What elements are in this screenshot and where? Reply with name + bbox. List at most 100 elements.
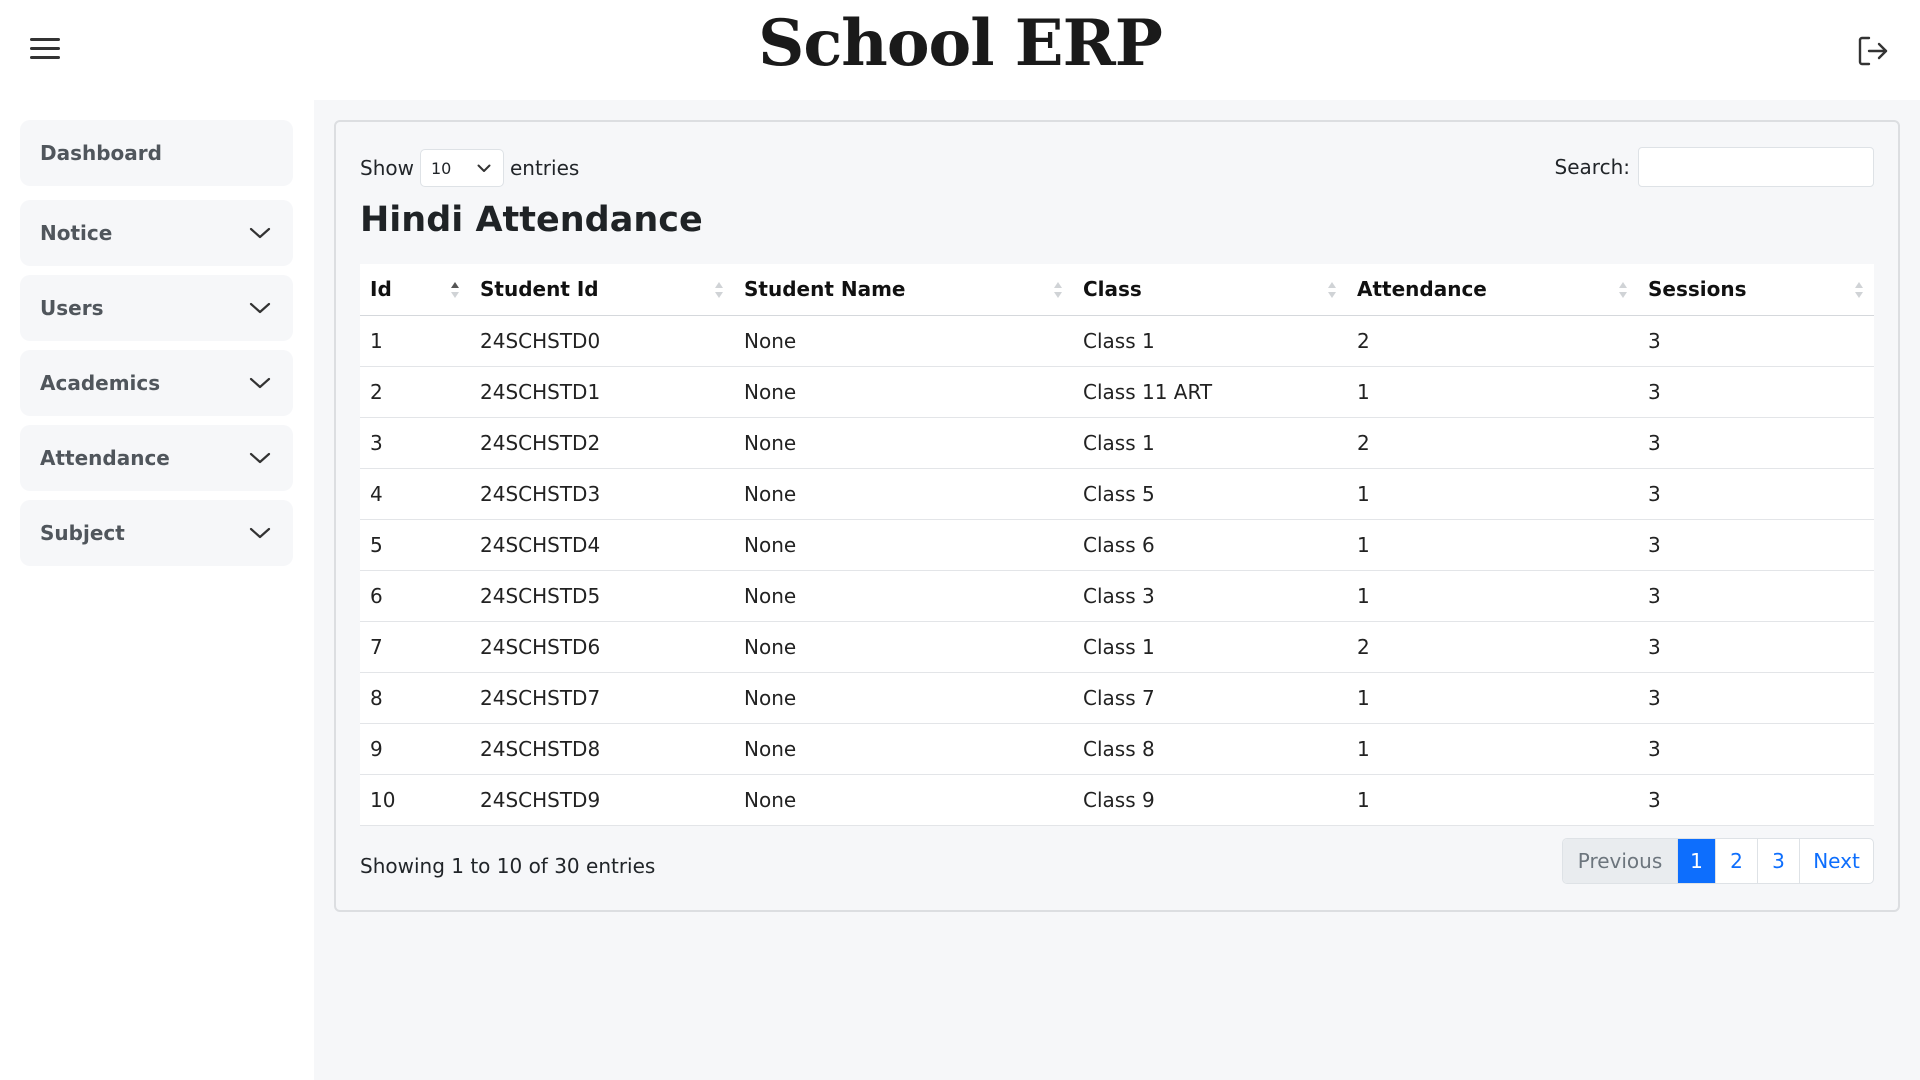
cell-attendance: 1	[1347, 723, 1638, 775]
sort-arrows-icon	[1855, 282, 1863, 298]
sidebar-item-academics[interactable]: Academics	[20, 350, 293, 416]
cell-student-name: None	[734, 315, 1073, 367]
pagination-next-button[interactable]: Next	[1799, 839, 1873, 883]
search-input[interactable]	[1638, 147, 1874, 187]
cell-id: 3	[360, 417, 470, 469]
cell-attendance: 1	[1347, 774, 1638, 826]
column-header-student-id[interactable]: Student Id	[470, 264, 734, 316]
cell-class: Class 1	[1073, 315, 1347, 367]
cell-attendance: 1	[1347, 519, 1638, 571]
sidebar: Dashboard Notice Users Academics Attenda…	[0, 100, 314, 1080]
sort-arrows-icon	[1328, 282, 1336, 298]
cell-student-name: None	[734, 366, 1073, 418]
cell-class: Class 11 ART	[1073, 366, 1347, 418]
cell-student-name: None	[734, 468, 1073, 520]
table-row: 10 24SCHSTD9 None Class 913	[360, 774, 1874, 826]
chevron-down-icon	[249, 227, 271, 239]
sidebar-item-notice[interactable]: Notice	[20, 200, 293, 266]
cell-student-id: 24SCHSTD3	[470, 468, 734, 520]
table-row: 5 24SCHSTD4 None Class 613	[360, 519, 1874, 571]
cell-sessions: 3	[1638, 417, 1874, 469]
column-header-id[interactable]: Id	[360, 264, 470, 316]
cell-sessions: 3	[1638, 366, 1874, 418]
cell-id: 9	[360, 723, 470, 775]
table-row: 9 24SCHSTD8 None Class 813	[360, 723, 1874, 775]
attendance-card: Show 10 entries Search: Hindi Attendance…	[334, 120, 1900, 912]
cell-student-id: 24SCHSTD6	[470, 621, 734, 673]
table-row: 3 24SCHSTD2 None Class 123	[360, 417, 1874, 469]
cell-attendance: 2	[1347, 315, 1638, 367]
cell-class: Class 6	[1073, 519, 1347, 571]
pagination-page-2[interactable]: 2	[1715, 839, 1757, 883]
logout-icon[interactable]	[1856, 34, 1890, 68]
cell-sessions: 3	[1638, 468, 1874, 520]
column-header-label: Sessions	[1648, 277, 1747, 302]
cell-student-id: 24SCHSTD2	[470, 417, 734, 469]
column-header-label: Student Name	[744, 277, 906, 302]
sidebar-item-label: Notice	[40, 221, 113, 245]
cell-sessions: 3	[1638, 570, 1874, 622]
cell-class: Class 1	[1073, 417, 1347, 469]
cell-id: 2	[360, 366, 470, 418]
main-content: Show 10 entries Search: Hindi Attendance…	[314, 100, 1920, 1080]
cell-id: 8	[360, 672, 470, 724]
cell-sessions: 3	[1638, 621, 1874, 673]
cell-class: Class 8	[1073, 723, 1347, 775]
cell-student-name: None	[734, 570, 1073, 622]
sidebar-item-label: Academics	[40, 371, 161, 395]
cell-id: 1	[360, 315, 470, 367]
sidebar-item-label: Dashboard	[40, 141, 162, 165]
sidebar-item-dashboard[interactable]: Dashboard	[20, 120, 293, 186]
table-info: Showing 1 to 10 of 30 entries	[360, 854, 656, 878]
cell-student-name: None	[734, 417, 1073, 469]
cell-student-id: 24SCHSTD8	[470, 723, 734, 775]
chevron-down-icon	[249, 452, 271, 464]
attendance-table: Id Student Id Student Name Class Attenda…	[360, 264, 1874, 826]
cell-id: 5	[360, 519, 470, 571]
table-row: 2 24SCHSTD1 None Class 11 ART 1 3	[360, 366, 1874, 418]
cell-student-name: None	[734, 621, 1073, 673]
sidebar-item-attendance[interactable]: Attendance	[20, 425, 293, 491]
cell-student-id: 24SCHSTD5	[470, 570, 734, 622]
cell-student-id: 24SCHSTD9	[470, 774, 734, 826]
chevron-down-icon	[249, 302, 271, 314]
cell-class: Class 3	[1073, 570, 1347, 622]
column-header-label: Student Id	[480, 277, 599, 302]
cell-sessions: 3	[1638, 672, 1874, 724]
page-size-control: Show 10 entries	[360, 149, 579, 187]
cell-class: Class 1	[1073, 621, 1347, 673]
pagination-page-3[interactable]: 3	[1757, 839, 1799, 883]
column-header-label: Class	[1083, 277, 1142, 302]
cell-attendance: 1	[1347, 366, 1638, 418]
cell-student-id: 24SCHSTD7	[470, 672, 734, 724]
page-size-select[interactable]: 10	[419, 149, 504, 187]
column-header-label: Id	[370, 277, 392, 302]
column-header-student-name[interactable]: Student Name	[734, 264, 1073, 316]
pagination-previous-button[interactable]: Previous	[1563, 839, 1677, 883]
cell-sessions: 3	[1638, 519, 1874, 571]
chevron-down-icon	[249, 527, 271, 539]
cell-student-id: 24SCHSTD4	[470, 519, 734, 571]
cell-attendance: 2	[1347, 621, 1638, 673]
chevron-down-icon	[477, 164, 491, 172]
sort-arrows-icon	[1619, 282, 1627, 298]
cell-student-name: None	[734, 723, 1073, 775]
chevron-down-icon	[249, 377, 271, 389]
cell-class: Class 7	[1073, 672, 1347, 724]
cell-id: 6	[360, 570, 470, 622]
pagination-page-1[interactable]: 1	[1677, 839, 1715, 883]
table-row: 4 24SCHSTD3 None Class 513	[360, 468, 1874, 520]
cell-attendance: 1	[1347, 672, 1638, 724]
column-header-sessions[interactable]: Sessions	[1638, 264, 1874, 316]
cell-sessions: 3	[1638, 315, 1874, 367]
cell-student-id: 24SCHSTD1	[470, 366, 734, 418]
column-header-class[interactable]: Class	[1073, 264, 1347, 316]
sort-ascending-icon	[451, 282, 459, 298]
sidebar-item-users[interactable]: Users	[20, 275, 293, 341]
cell-sessions: 3	[1638, 723, 1874, 775]
search-control: Search:	[1555, 147, 1874, 187]
column-header-attendance[interactable]: Attendance	[1347, 264, 1638, 316]
sidebar-item-subject[interactable]: Subject	[20, 500, 293, 566]
app-title: School ERP	[758, 6, 1163, 81]
cell-attendance: 1	[1347, 570, 1638, 622]
